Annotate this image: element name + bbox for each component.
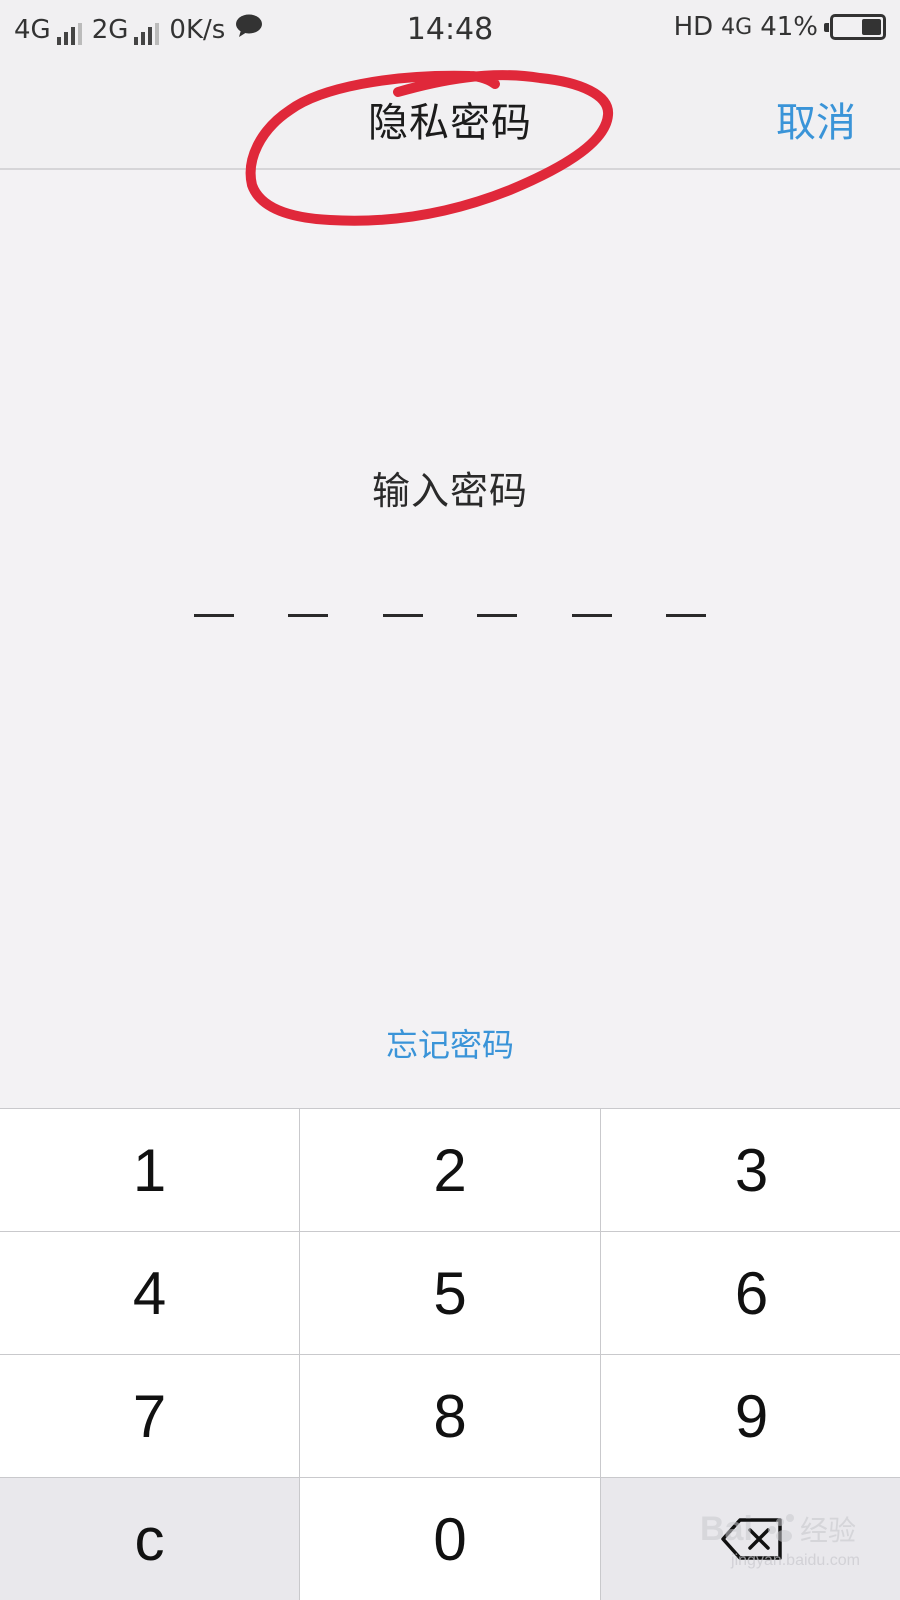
- status-bar: 4G 2G 0K/s 14:48 HD 4G 41%: [0, 0, 900, 62]
- pin-slot: [382, 614, 423, 617]
- key-1[interactable]: 1: [0, 1109, 299, 1231]
- network-4g-right: 4G: [721, 14, 753, 40]
- battery-percent: 41%: [760, 12, 818, 42]
- key-clear[interactable]: c: [0, 1478, 299, 1600]
- nav-bar: 隐私密码 取消: [0, 62, 900, 170]
- pin-slots[interactable]: [194, 614, 706, 618]
- status-right: HD 4G 41%: [674, 12, 886, 42]
- pin-slot: [665, 614, 706, 617]
- key-6[interactable]: 6: [601, 1232, 900, 1354]
- key-0[interactable]: 0: [300, 1478, 600, 1600]
- enter-password-prompt: 输入密码: [371, 469, 528, 513]
- pin-slot: [571, 614, 612, 617]
- pin-slot: [288, 614, 329, 617]
- key-7[interactable]: 7: [0, 1355, 299, 1477]
- pin-slot: [477, 614, 518, 617]
- cancel-button[interactable]: 取消: [776, 90, 856, 148]
- numeric-keypad: 1 2 3 4 5 6 7 8 9 c 0: [0, 1108, 900, 1600]
- pin-slot: [194, 614, 234, 617]
- backspace-button[interactable]: [601, 1478, 900, 1600]
- battery-icon: [824, 14, 886, 40]
- hd-label: HD: [673, 12, 714, 42]
- page-title: 隐私密码: [368, 100, 532, 146]
- key-9[interactable]: 9: [601, 1355, 900, 1477]
- key-2[interactable]: 2: [300, 1109, 600, 1231]
- key-3[interactable]: 3: [601, 1109, 900, 1231]
- key-4[interactable]: 4: [0, 1232, 299, 1354]
- battery-fill: [862, 19, 881, 35]
- key-8[interactable]: 8: [300, 1355, 600, 1477]
- forgot-password-link[interactable]: 忘记密码: [0, 1020, 900, 1066]
- backspace-icon: [720, 1518, 782, 1560]
- key-5[interactable]: 5: [300, 1232, 600, 1354]
